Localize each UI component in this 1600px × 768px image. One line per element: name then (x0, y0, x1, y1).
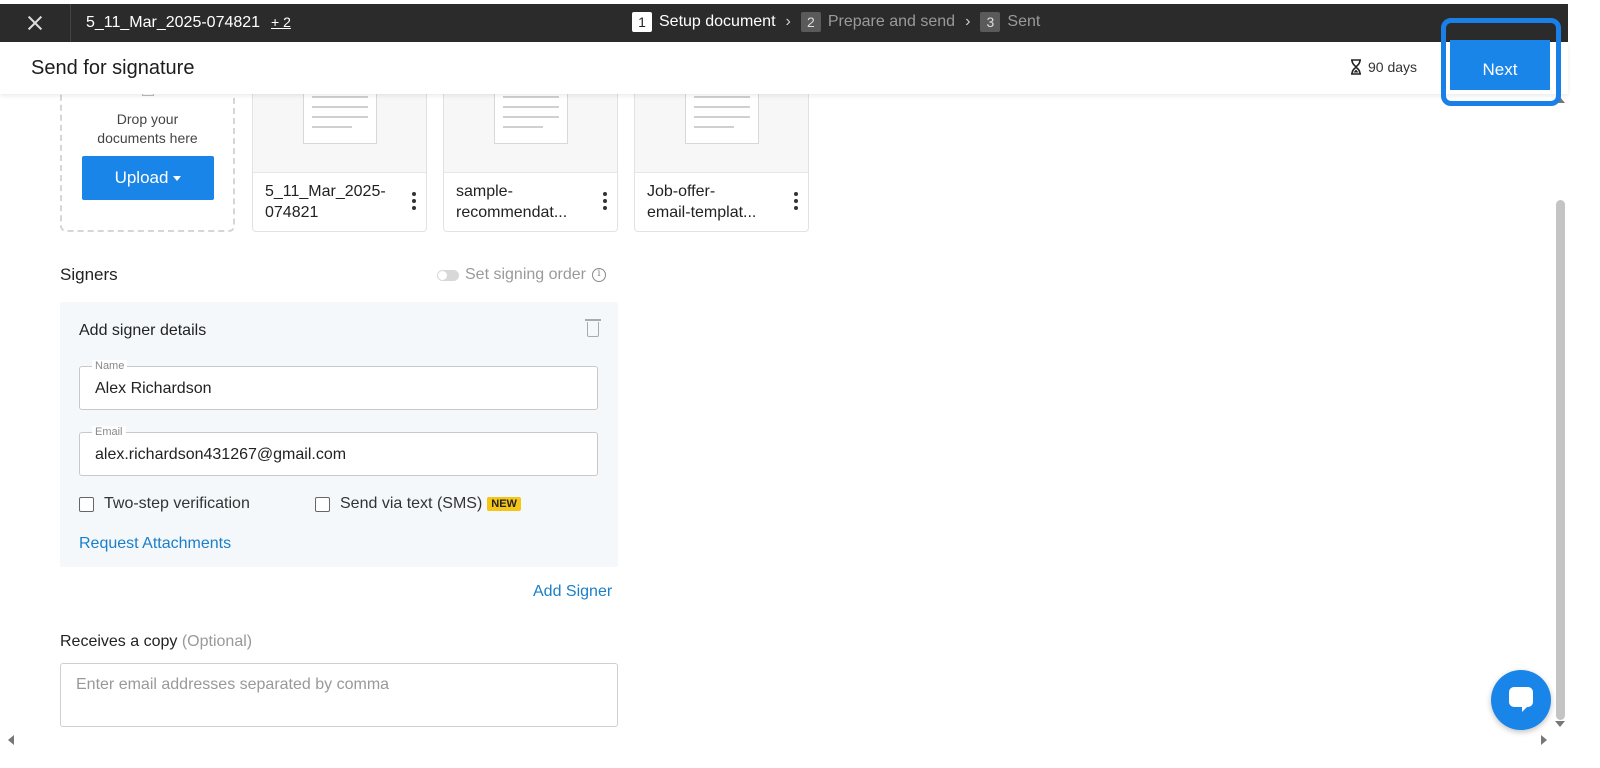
signing-order-toggle-row: Set signing order (437, 266, 606, 284)
receives-copy-heading: Receives a copy (Optional) (60, 633, 252, 651)
sms-checkbox[interactable] (315, 496, 330, 512)
two-step-label: Two-step verification (104, 495, 250, 512)
more-options-icon[interactable] (603, 192, 607, 210)
name-field[interactable]: Name Alex Richardson (79, 360, 598, 410)
chat-button[interactable] (1491, 670, 1551, 730)
top-bar: 5_11_Mar_2025-074821 + 2 1 Setup documen… (0, 4, 1568, 42)
upload-label: Upload (114, 168, 169, 187)
signers-heading: Signers (60, 265, 118, 284)
drop-instructions: Drop your documents here (62, 110, 233, 148)
step-number: 1 (632, 12, 652, 32)
copy-recipients-field[interactable] (60, 663, 618, 727)
document-title: sample- recommendat... (456, 183, 568, 221)
add-signer-link[interactable]: Add Signer (533, 583, 612, 601)
step-label: Sent (1007, 13, 1041, 30)
copy-recipients-input[interactable] (76, 676, 596, 694)
document-title: Job-offer- email-templat... (647, 183, 757, 221)
signing-order-toggle[interactable] (437, 269, 459, 281)
sms-label: Send via text (SMS) (340, 495, 483, 512)
drop-text-line: Drop your (116, 111, 179, 127)
document-card[interactable]: sample- recommendat... (443, 80, 618, 232)
step-progress: 1 Setup document › 2 Prepare and send › … (632, 12, 1040, 32)
document-card[interactable]: Job-offer- email-templat... (634, 80, 809, 232)
step-number: 3 (980, 12, 1001, 32)
scroll-left-icon[interactable] (8, 735, 14, 745)
next-button[interactable]: Next (1450, 50, 1550, 90)
signer-card: Add signer details Name Alex Richardson … (60, 302, 618, 567)
step-sent: 3 Sent (980, 12, 1040, 32)
two-step-verification-option[interactable]: Two-step verification (79, 495, 250, 513)
drop-text-line: documents here (97, 130, 198, 146)
signer-card-title: Add signer details (79, 322, 207, 339)
step-prepare-and-send: 2 Prepare and send (800, 12, 956, 32)
step-setup-document: 1 Setup document (632, 12, 776, 32)
trash-icon[interactable] (585, 319, 601, 337)
document-title: 5_11_Mar_2025- 074821 (265, 183, 386, 221)
receives-copy-label: Receives a copy (60, 633, 178, 650)
chevron-right-icon: › (965, 13, 971, 30)
more-options-icon[interactable] (412, 192, 416, 210)
scroll-down-icon[interactable] (1555, 721, 1565, 727)
more-documents-link[interactable]: + 2 (271, 14, 291, 30)
email-field-label: Email (92, 426, 126, 438)
optional-label: (Optional) (181, 633, 253, 650)
expiry-days: 90 days (1368, 59, 1418, 75)
scrollbar-thumb[interactable] (1556, 200, 1565, 720)
caret-down-icon (173, 175, 182, 181)
close-icon[interactable] (24, 12, 46, 34)
chevron-right-icon: › (785, 13, 791, 30)
expiry-indicator: 90 days (1350, 59, 1417, 75)
upload-button[interactable]: Upload (82, 156, 214, 200)
document-card[interactable]: 5_11_Mar_2025- 074821 (252, 80, 427, 232)
page-header: Send for signature 90 days Next (0, 18, 1568, 106)
signing-order-label: Set signing order (465, 266, 586, 283)
more-options-icon[interactable] (794, 192, 798, 210)
chat-bubble-icon (1509, 687, 1533, 712)
info-icon[interactable] (591, 268, 606, 282)
sms-option[interactable]: Send via text (SMS) NEW (315, 495, 521, 513)
scroll-right-icon[interactable] (1541, 735, 1547, 745)
step-label: Setup document (659, 13, 776, 30)
email-field-value: alex.richardson431267@gmail.com (95, 446, 347, 463)
request-attachments-link[interactable]: Request Attachments (79, 535, 231, 553)
new-badge: NEW (487, 497, 521, 511)
step-number: 2 (800, 12, 821, 32)
name-field-label: Name (92, 360, 128, 372)
name-field-value: Alex Richardson (95, 380, 212, 397)
hourglass-icon (1351, 59, 1361, 75)
upload-dropzone[interactable]: Drop your documents here Upload (60, 80, 235, 232)
document-name: 5_11_Mar_2025-074821 (86, 14, 261, 31)
next-button-top (1450, 40, 1550, 50)
step-label: Prepare and send (827, 13, 956, 30)
two-step-checkbox[interactable] (79, 496, 94, 512)
email-field[interactable]: Email alex.richardson431267@gmail.com (79, 426, 598, 476)
page-title: Send for signature (31, 57, 195, 79)
divider (70, 4, 71, 42)
